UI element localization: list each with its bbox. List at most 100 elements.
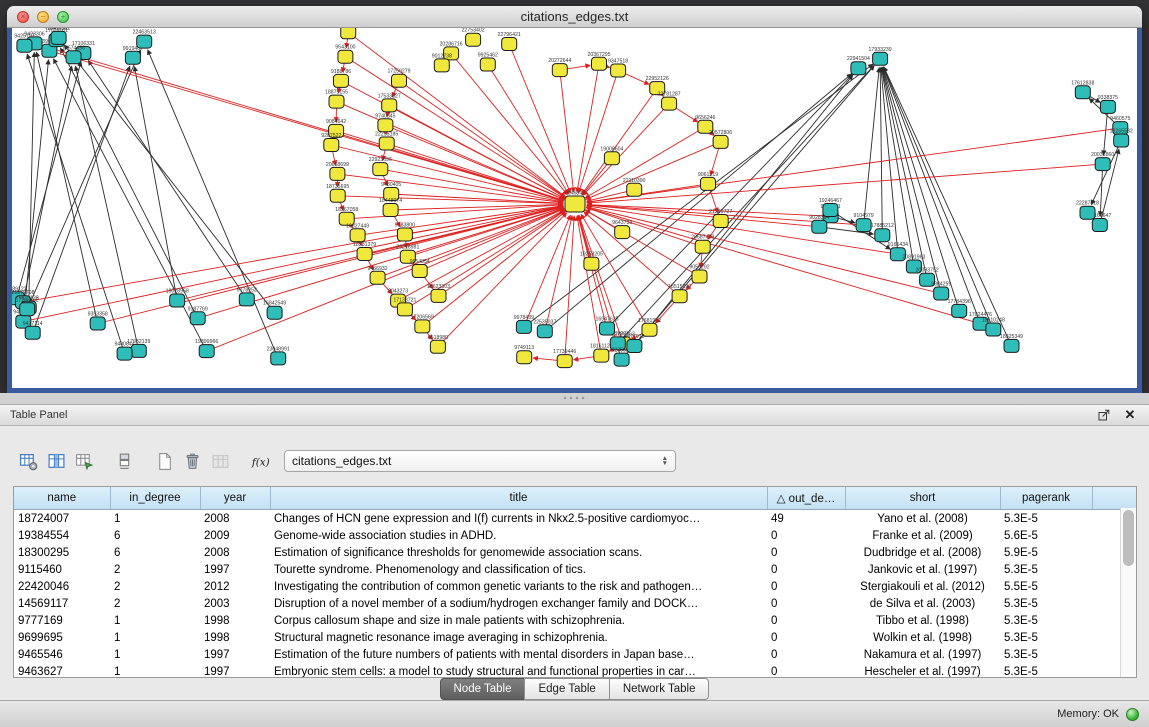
cell-pagerank[interactable]: 5.3E-5 xyxy=(1000,663,1092,678)
cell-name[interactable]: 22420046 xyxy=(14,578,110,595)
cell-title[interactable]: Embryonic stem cells: a model to study s… xyxy=(270,663,767,678)
cell-out_degree[interactable]: 0 xyxy=(767,527,845,544)
cell-title[interactable]: Changes of HCN gene expression and I(f) … xyxy=(270,510,767,528)
panel-splitter[interactable] xyxy=(0,393,1149,404)
table-row[interactable]: 977716911998Corpus callosum shape and si… xyxy=(14,612,1136,629)
cell-in_degree[interactable]: 6 xyxy=(110,544,200,561)
cell-name[interactable]: 9463627 xyxy=(14,663,110,678)
cell-name[interactable]: 9699695 xyxy=(14,629,110,646)
cell-out_degree[interactable]: 0 xyxy=(767,544,845,561)
cell-in_degree[interactable]: 2 xyxy=(110,578,200,595)
cell-short[interactable]: Yano et al. (2008) xyxy=(845,510,1000,528)
cell-title[interactable]: Estimation of the future numbers of pati… xyxy=(270,646,767,663)
cell-in_degree[interactable]: 6 xyxy=(110,527,200,544)
cell-out_degree[interactable]: 0 xyxy=(767,629,845,646)
cell-title[interactable]: Tourette syndrome. Phenomenology and cla… xyxy=(270,561,767,578)
cell-name[interactable]: 9115460 xyxy=(14,561,110,578)
cell-year[interactable]: 2012 xyxy=(200,578,270,595)
cell-name[interactable]: 9465546 xyxy=(14,646,110,663)
cell-in_degree[interactable]: 1 xyxy=(110,510,200,528)
cell-year[interactable]: 2008 xyxy=(200,544,270,561)
cell-name[interactable]: 14569117 xyxy=(14,595,110,612)
cell-pagerank[interactable]: 5.3E-5 xyxy=(1000,510,1092,528)
cell-title[interactable]: Investigating the contribution of common… xyxy=(270,578,767,595)
cell-title[interactable]: Corpus callosum shape and size in male p… xyxy=(270,612,767,629)
column-header-title[interactable]: title xyxy=(270,487,767,510)
show-columns-button[interactable] xyxy=(44,449,68,473)
tab-node-table[interactable]: Node Table xyxy=(440,678,526,700)
tab-edge-table[interactable]: Edge Table xyxy=(524,678,609,700)
cell-in_degree[interactable]: 2 xyxy=(110,595,200,612)
table-row[interactable]: 1830029562008Estimation of significance … xyxy=(14,544,1136,561)
cell-in_degree[interactable]: 1 xyxy=(110,612,200,629)
column-header-short[interactable]: short xyxy=(845,487,1000,510)
cell-year[interactable]: 2003 xyxy=(200,595,270,612)
table-scrollbar[interactable] xyxy=(1120,508,1136,677)
cell-in_degree[interactable]: 1 xyxy=(110,663,200,678)
cell-name[interactable]: 9777169 xyxy=(14,612,110,629)
cell-out_degree[interactable]: 0 xyxy=(767,595,845,612)
cell-out_degree[interactable]: 0 xyxy=(767,663,845,678)
cell-in_degree[interactable]: 2 xyxy=(110,561,200,578)
cell-pagerank[interactable]: 5.3E-5 xyxy=(1000,646,1092,663)
minimize-window-button[interactable]: − xyxy=(37,11,49,23)
cell-short[interactable]: Nakamura et al. (1997) xyxy=(845,646,1000,663)
create-column-button[interactable] xyxy=(72,449,96,473)
cell-year[interactable]: 1997 xyxy=(200,646,270,663)
cell-short[interactable]: Dudbridge et al. (2008) xyxy=(845,544,1000,561)
network-selector[interactable]: citations_edges.txt ▲▼ xyxy=(284,450,676,472)
cell-year[interactable]: 2008 xyxy=(200,510,270,528)
cell-out_degree[interactable]: 0 xyxy=(767,646,845,663)
cell-out_degree[interactable]: 0 xyxy=(767,578,845,595)
cell-pagerank[interactable]: 5.3E-5 xyxy=(1000,612,1092,629)
cell-year[interactable]: 1997 xyxy=(200,561,270,578)
table-row[interactable]: 2242004622012Investigating the contribut… xyxy=(14,578,1136,595)
table-row[interactable]: 1872400712008Changes of HCN gene express… xyxy=(14,510,1136,528)
cell-pagerank[interactable]: 5.9E-5 xyxy=(1000,544,1092,561)
cell-in_degree[interactable]: 1 xyxy=(110,629,200,646)
table-row[interactable]: 911546021997Tourette syndrome. Phenomeno… xyxy=(14,561,1136,578)
cell-year[interactable]: 1998 xyxy=(200,612,270,629)
cell-short[interactable]: Franke et al. (2009) xyxy=(845,527,1000,544)
cell-out_degree[interactable]: 0 xyxy=(767,561,845,578)
network-window-titlebar[interactable]: × − + citations_edges.txt xyxy=(7,6,1142,28)
cell-out_degree[interactable]: 0 xyxy=(767,612,845,629)
cell-short[interactable]: Stergiakouli et al. (2012) xyxy=(845,578,1000,595)
cell-in_degree[interactable]: 1 xyxy=(110,646,200,663)
cell-short[interactable]: Jankovic et al. (1997) xyxy=(845,561,1000,578)
tab-network-table[interactable]: Network Table xyxy=(609,678,710,700)
float-panel-icon[interactable] xyxy=(1095,408,1113,423)
cell-short[interactable]: Wolkin et al. (1998) xyxy=(845,629,1000,646)
column-header-in_degree[interactable]: in_degree xyxy=(110,487,200,510)
cell-short[interactable]: Hescheler et al. (1997) xyxy=(845,663,1000,678)
column-header-year[interactable]: year xyxy=(200,487,270,510)
cell-title[interactable]: Estimation of significance thresholds fo… xyxy=(270,544,767,561)
cell-pagerank[interactable]: 5.3E-5 xyxy=(1000,561,1092,578)
function-builder-button[interactable]: f(x) xyxy=(248,449,272,473)
table-row[interactable]: 946362711997Embryonic stem cells: a mode… xyxy=(14,663,1136,678)
cell-short[interactable]: Tibbo et al. (1998) xyxy=(845,612,1000,629)
cell-name[interactable]: 18724007 xyxy=(14,510,110,528)
zoom-window-button[interactable]: + xyxy=(57,11,69,23)
row-options-button[interactable] xyxy=(112,449,136,473)
close-panel-icon[interactable]: ✕ xyxy=(1121,408,1139,423)
cell-title[interactable]: Genome-wide association studies in ADHD. xyxy=(270,527,767,544)
delete-column-button[interactable] xyxy=(180,449,204,473)
cell-title[interactable]: Disruption of a novel member of a sodium… xyxy=(270,595,767,612)
table-row[interactable]: 1456911722003Disruption of a novel membe… xyxy=(14,595,1136,612)
cell-pagerank[interactable]: 5.3E-5 xyxy=(1000,595,1092,612)
table-row[interactable]: 1938455462009Genome-wide association stu… xyxy=(14,527,1136,544)
cell-out_degree[interactable]: 49 xyxy=(767,510,845,528)
cell-year[interactable]: 1998 xyxy=(200,629,270,646)
cell-pagerank[interactable]: 5.3E-5 xyxy=(1000,629,1092,646)
cell-title[interactable]: Structural magnetic resonance image aver… xyxy=(270,629,767,646)
network-canvas[interactable]: 2225312095431009188786188751559084642928… xyxy=(12,28,1137,388)
new-table-button[interactable] xyxy=(152,449,176,473)
table-settings-button[interactable] xyxy=(16,449,40,473)
cell-name[interactable]: 18300295 xyxy=(14,544,110,561)
column-header-out_degree[interactable]: △ out_de… xyxy=(767,487,845,510)
table-row[interactable]: 969969511998Structural magnetic resonanc… xyxy=(14,629,1136,646)
cell-name[interactable]: 19384554 xyxy=(14,527,110,544)
cell-year[interactable]: 1997 xyxy=(200,663,270,678)
column-header-name[interactable]: name xyxy=(14,487,110,510)
